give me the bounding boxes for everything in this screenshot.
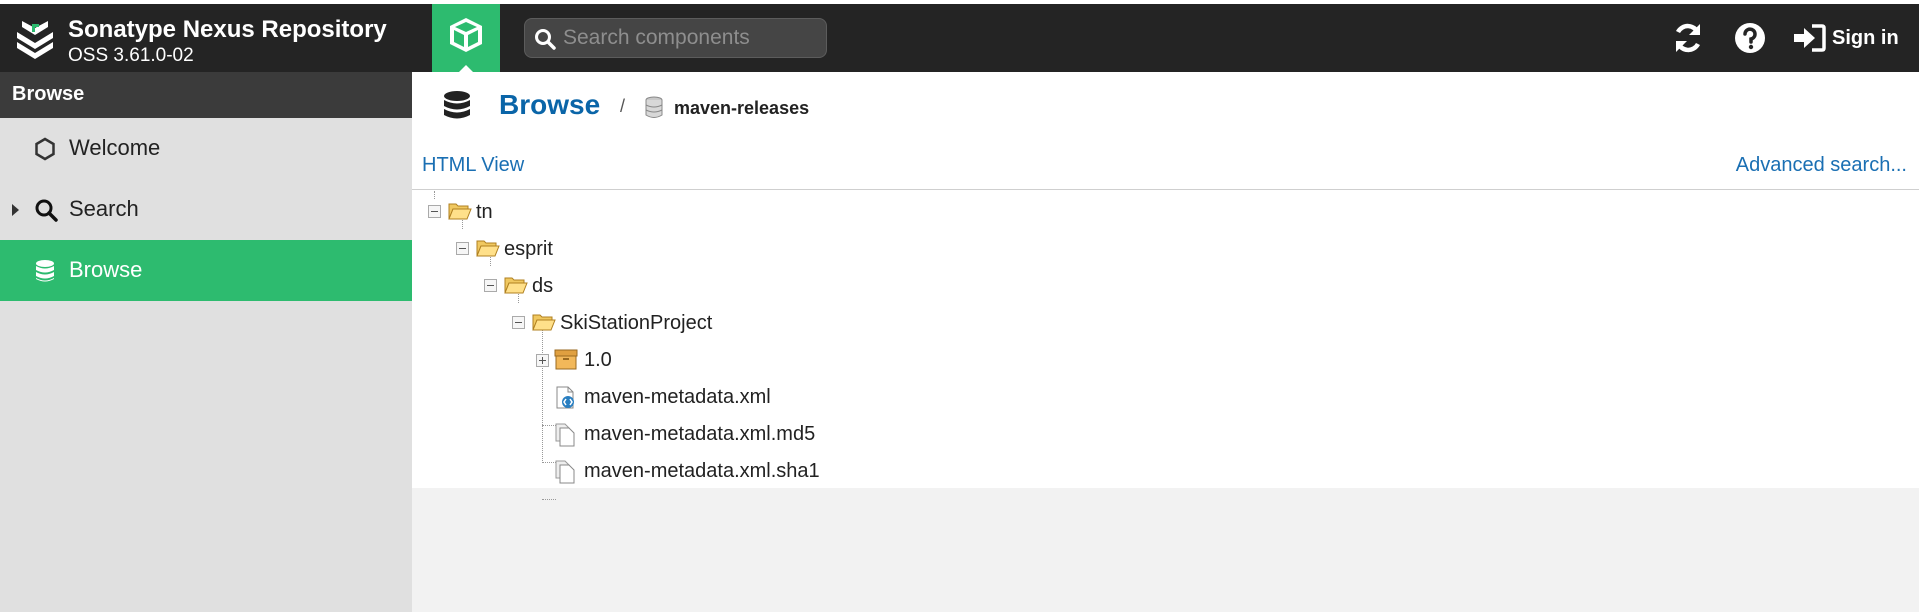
file-icon bbox=[555, 460, 575, 484]
file-icon bbox=[555, 423, 575, 447]
component-tree: tn esprit ds SkiStationProject 1.0 maven… bbox=[412, 191, 1919, 500]
breadcrumb-separator: / bbox=[620, 96, 626, 116]
tree-connector bbox=[542, 499, 556, 500]
sidebar-header: Browse bbox=[0, 72, 412, 118]
database-icon bbox=[36, 260, 54, 282]
expand-caret-icon[interactable] bbox=[12, 204, 19, 216]
hexagon-icon bbox=[35, 137, 55, 161]
help-button[interactable] bbox=[1732, 20, 1768, 56]
tree-node-label: 1.0 bbox=[584, 349, 612, 371]
tree-node[interactable]: maven-metadata.xml.sha1 bbox=[554, 454, 874, 488]
tree-node-label: maven-metadata.xml.sha1 bbox=[584, 460, 820, 482]
expand-toggle-icon[interactable] bbox=[536, 354, 549, 367]
repository-icon bbox=[645, 96, 663, 118]
browse-toolbar: HTML View Advanced search... bbox=[412, 144, 1919, 190]
search-icon bbox=[535, 29, 556, 50]
refresh-icon bbox=[1675, 23, 1701, 53]
sidebar-item-label: Welcome bbox=[69, 135, 161, 160]
collapse-toggle-icon[interactable] bbox=[428, 205, 441, 218]
browse-mode-button[interactable] bbox=[432, 4, 500, 73]
cube-icon bbox=[450, 18, 482, 52]
sidebar-item-welcome[interactable]: Welcome bbox=[0, 118, 412, 179]
sidebar-item-label: Browse bbox=[69, 257, 143, 282]
tree-node-label: SkiStationProject bbox=[560, 312, 713, 334]
main-content: Browse / maven-releases HTML View Advanc… bbox=[412, 72, 1919, 612]
package-icon bbox=[554, 349, 578, 370]
tree-node[interactable]: esprit bbox=[454, 232, 654, 266]
xml-file-icon bbox=[556, 386, 574, 409]
browse-panel: Browse / maven-releases HTML View Advanc… bbox=[412, 72, 1919, 500]
html-view-link[interactable]: HTML View bbox=[422, 154, 524, 177]
tree-node-label: ds bbox=[532, 275, 554, 297]
breadcrumb-title[interactable]: Browse bbox=[499, 89, 600, 121]
search-components[interactable] bbox=[524, 18, 827, 58]
folder-open-icon bbox=[448, 203, 472, 220]
sign-in-button[interactable]: Sign in bbox=[1790, 20, 1910, 56]
tree-node[interactable]: tn bbox=[426, 195, 626, 229]
search-input[interactable] bbox=[563, 23, 818, 53]
app-version: OSS 3.61.0-02 bbox=[68, 45, 194, 66]
tree-node-label: esprit bbox=[504, 238, 553, 260]
nexus-logo-icon bbox=[17, 21, 53, 59]
help-icon bbox=[1735, 23, 1765, 53]
brand[interactable]: Sonatype Nexus Repository OSS 3.61.0-02 bbox=[12, 12, 422, 68]
collapse-toggle-icon[interactable] bbox=[456, 242, 469, 255]
tree-node[interactable]: 1.0 bbox=[536, 343, 736, 377]
app-header: Sonatype Nexus Repository OSS 3.61.0-02 bbox=[0, 0, 1919, 73]
tree-node-label: tn bbox=[476, 201, 493, 223]
folder-open-icon bbox=[532, 314, 556, 331]
sidebar-item-label: Search bbox=[69, 196, 139, 221]
search-icon bbox=[35, 199, 58, 222]
sidebar: Browse Welcome Search Browse bbox=[0, 72, 412, 612]
breadcrumb-repository: maven-releases bbox=[674, 98, 810, 118]
sidebar-item-search[interactable]: Search bbox=[0, 179, 412, 240]
tree-node[interactable]: ds bbox=[482, 269, 682, 303]
sign-in-label: Sign in bbox=[1832, 27, 1899, 49]
tree-node[interactable]: maven-metadata.xml.md5 bbox=[554, 417, 874, 451]
tree-node-label: maven-metadata.xml bbox=[584, 386, 771, 408]
tree-node-label: maven-metadata.xml.md5 bbox=[584, 423, 816, 445]
sign-in-icon bbox=[1794, 24, 1826, 52]
app-title: Sonatype Nexus Repository bbox=[68, 16, 387, 43]
advanced-search-link[interactable]: Advanced search... bbox=[1736, 154, 1907, 177]
breadcrumb: Browse / maven-releases bbox=[412, 72, 1919, 144]
tree-node[interactable]: SkiStationProject bbox=[510, 306, 810, 340]
folder-open-icon bbox=[504, 277, 528, 294]
tree-node[interactable]: maven-metadata.xml bbox=[554, 380, 854, 414]
refresh-button[interactable] bbox=[1670, 20, 1706, 56]
collapse-toggle-icon[interactable] bbox=[484, 279, 497, 292]
folder-open-icon bbox=[476, 240, 500, 257]
collapse-toggle-icon[interactable] bbox=[512, 316, 525, 329]
sidebar-item-browse[interactable]: Browse bbox=[0, 240, 412, 301]
database-icon bbox=[444, 91, 470, 119]
